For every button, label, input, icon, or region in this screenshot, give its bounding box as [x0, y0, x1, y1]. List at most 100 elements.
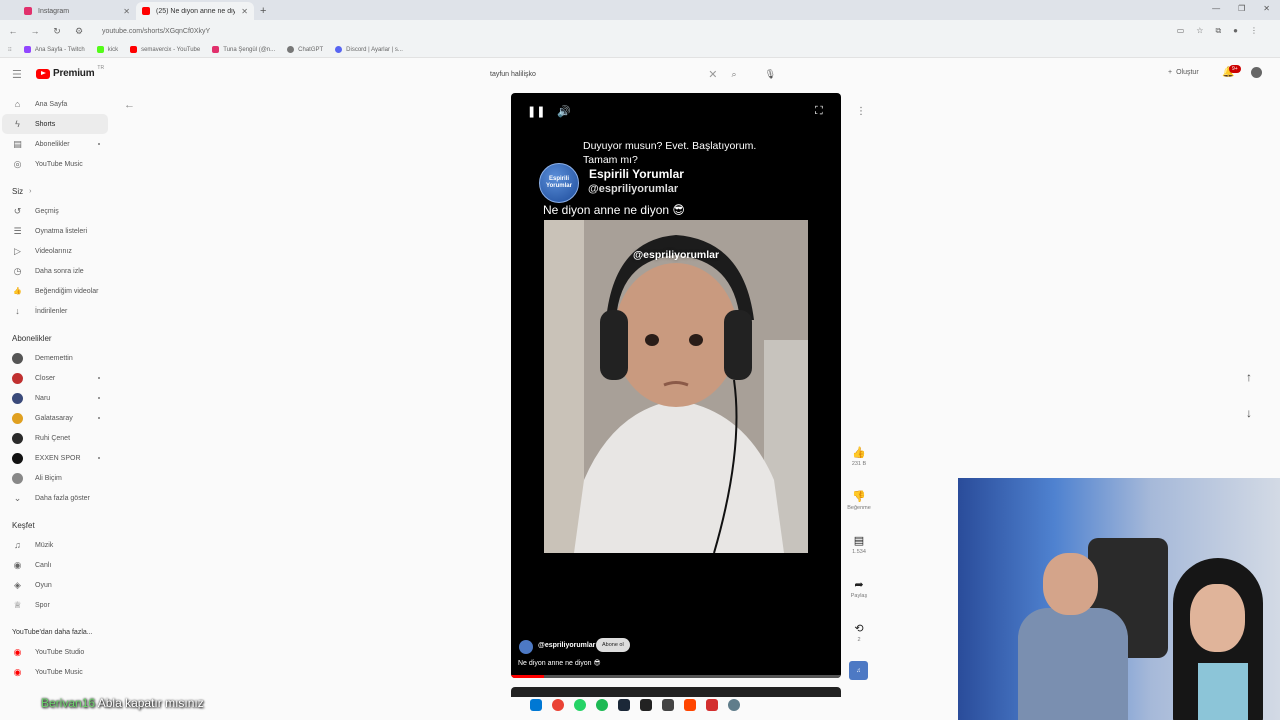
new-content-dot	[98, 377, 100, 379]
sidebar-channel[interactable]: Galatasaray	[0, 408, 110, 428]
bookmark-youtube[interactable]: semavercix - YouTube	[130, 46, 200, 53]
bookmark-discord[interactable]: Discord | Ayarlar | s...	[335, 46, 403, 53]
youtube-music-icon: ◎	[13, 158, 22, 169]
account-avatar[interactable]	[1251, 67, 1262, 78]
sidebar-item-sports[interactable]: ♕ Spor	[0, 595, 110, 615]
youtube-studio-icon: ◉	[13, 646, 22, 657]
cast-icon[interactable]: ▭	[1177, 26, 1185, 36]
sidebar-item-label: Müzik	[35, 541, 54, 549]
sidebar-item-shorts[interactable]: ϟ Shorts	[2, 114, 108, 134]
url-field[interactable]: youtube.com/shorts/XGqnCf0XkyY	[102, 28, 210, 35]
close-window-icon[interactable]: ✕	[1263, 4, 1270, 13]
minimize-icon[interactable]: —	[1212, 4, 1220, 13]
site-info-icon[interactable]: ⚙	[74, 26, 84, 37]
app-icon[interactable]	[684, 699, 696, 711]
sidebar-item-youtube-music[interactable]: ◎ YouTube Music	[0, 154, 110, 174]
sidebar-item-youtube-studio[interactable]: ◉ YouTube Studio	[0, 642, 110, 662]
sidebar-item-watch-later[interactable]: ◷ Daha sonra izle	[0, 261, 110, 281]
remix-button[interactable]: ⟲ 2	[843, 622, 875, 643]
extensions-icon[interactable]: ⧉	[1215, 26, 1221, 36]
channel-avatar	[12, 432, 23, 444]
chrome-icon[interactable]	[552, 699, 564, 711]
sidebar-item-live[interactable]: ◉ Canlı	[0, 555, 110, 575]
profile-icon[interactable]: ●	[1233, 26, 1238, 36]
dislike-button[interactable]: 👎 Beğenme	[843, 490, 875, 511]
comments-button[interactable]: ▤ 1.534	[843, 534, 875, 555]
more-options-icon[interactable]: ⋮	[856, 106, 866, 117]
sidebar-item-your-videos[interactable]: ▷ Videolarınız	[0, 241, 110, 261]
app-icon[interactable]	[662, 699, 674, 711]
subscribe-button[interactable]: Abone ol	[596, 638, 630, 652]
microphone-icon[interactable]: 🎙	[765, 69, 776, 80]
sidebar-item-playlists[interactable]: ☰ Oynatma listeleri	[0, 221, 110, 241]
bookmark-star-icon[interactable]: ☆	[1196, 26, 1203, 36]
new-content-dot	[98, 143, 100, 145]
sidebar-item-youtube-music-app[interactable]: ◉ YouTube Music	[0, 662, 110, 682]
maximize-icon[interactable]: ❐	[1238, 4, 1245, 13]
search-input[interactable]: tayfun halilişko	[490, 71, 708, 78]
bookmark-twitch[interactable]: Ana Sayfa - Twitch	[23, 46, 85, 53]
sidebar-item-subscriptions[interactable]: ▤ Abonelikler	[0, 134, 110, 154]
bookmark-kick[interactable]: kick	[96, 46, 118, 53]
history-icon: ↺	[13, 205, 22, 216]
steam-icon[interactable]	[618, 699, 630, 711]
logo-text: Premium	[53, 68, 95, 79]
shorts-player[interactable]: ❚❚ 🔊 ⛶ Duyuyor musun? Evet. Başlatıyorum…	[511, 93, 841, 678]
overlay-channel-handle[interactable]: @espriliyorumlar	[538, 642, 595, 649]
sidebar-item-label: Geçmiş	[35, 207, 59, 215]
spotify-icon[interactable]	[596, 699, 608, 711]
fullscreen-icon[interactable]: ⛶	[815, 105, 823, 118]
back-arrow-icon[interactable]: ←	[124, 99, 135, 111]
sidebar-item-history[interactable]: ↺ Geçmiş	[0, 201, 110, 221]
apps-icon[interactable]: ⁝⁝	[8, 46, 12, 53]
sidebar-item-music[interactable]: ♫ Müzik	[0, 535, 110, 555]
sidebar-heading-you[interactable]: Siz ›	[0, 181, 110, 201]
reload-icon[interactable]: ↻	[52, 26, 62, 37]
hamburger-menu-icon[interactable]: ☰	[12, 68, 22, 81]
heading-label: Abonelikler	[12, 333, 52, 343]
sidebar-channel[interactable]: Ruhi Çenet	[0, 428, 110, 448]
next-short-preview[interactable]	[511, 687, 841, 697]
epic-games-icon[interactable]	[640, 699, 652, 711]
volume-icon[interactable]: 🔊	[557, 105, 571, 118]
sidebar-channel[interactable]: EXXEN SPOR	[0, 448, 110, 468]
overlay-channel-avatar[interactable]	[519, 640, 533, 654]
bookmark-chatgpt[interactable]: ChatGPT	[287, 46, 323, 53]
search-icon[interactable]: ⌕	[732, 69, 737, 80]
whatsapp-icon[interactable]	[574, 699, 586, 711]
forward-icon[interactable]: →	[30, 26, 40, 36]
clear-search-icon[interactable]: ✕	[708, 68, 717, 81]
bookmark-instagram[interactable]: Tuna Şengül (@n...	[212, 46, 275, 53]
settings-icon[interactable]	[728, 699, 740, 711]
youtube-premium-logo[interactable]: Premium TR	[36, 65, 104, 79]
sidebar-channel[interactable]: Ali Biçim	[0, 468, 110, 488]
previous-short-arrow-icon[interactable]: ↑	[1246, 370, 1252, 384]
back-icon[interactable]: ←	[8, 26, 18, 36]
next-short-arrow-icon[interactable]: ↓	[1246, 406, 1252, 420]
sidebar-item-gaming[interactable]: ◈ Oyun	[0, 575, 110, 595]
create-button[interactable]: + Oluştur	[1168, 69, 1199, 76]
sidebar-item-home[interactable]: ⌂ Ana Sayfa	[0, 94, 110, 114]
close-icon[interactable]: ✕	[123, 7, 130, 16]
sidebar-channel[interactable]: Dememettin	[0, 348, 110, 368]
share-button[interactable]: ➦ Paylaş	[843, 578, 875, 599]
browser-menu-icon[interactable]: ⋮	[1250, 26, 1258, 36]
sidebar-item-label: Naru	[35, 394, 51, 402]
browser-tab-youtube[interactable]: (25) Ne diyon anne ne diyo ✕	[136, 2, 254, 20]
sidebar-item-liked-videos[interactable]: 👍 Beğendiğim videolar	[0, 281, 110, 301]
browser-tab-instagram[interactable]: Instagram ✕	[18, 2, 136, 20]
new-tab-icon[interactable]: +	[260, 5, 266, 20]
windows-start-icon[interactable]	[530, 699, 542, 711]
sidebar-channel[interactable]: Naru	[0, 388, 110, 408]
sound-thumbnail[interactable]: ♫	[849, 661, 868, 680]
sidebar-item-downloads[interactable]: ↓ İndirilenler	[0, 301, 110, 321]
close-icon[interactable]: ✕	[241, 7, 248, 16]
heading-label: Keşfet	[12, 520, 35, 530]
like-button[interactable]: 👍 231 B	[843, 446, 875, 467]
dislike-label: Beğenme	[847, 505, 871, 511]
app-icon[interactable]	[706, 699, 718, 711]
pause-icon[interactable]: ❚❚	[527, 105, 545, 118]
progress-bar[interactable]	[511, 675, 841, 678]
sidebar-show-more[interactable]: ⌄ Daha fazla göster	[0, 488, 110, 508]
sidebar-channel[interactable]: Closer	[0, 368, 110, 388]
